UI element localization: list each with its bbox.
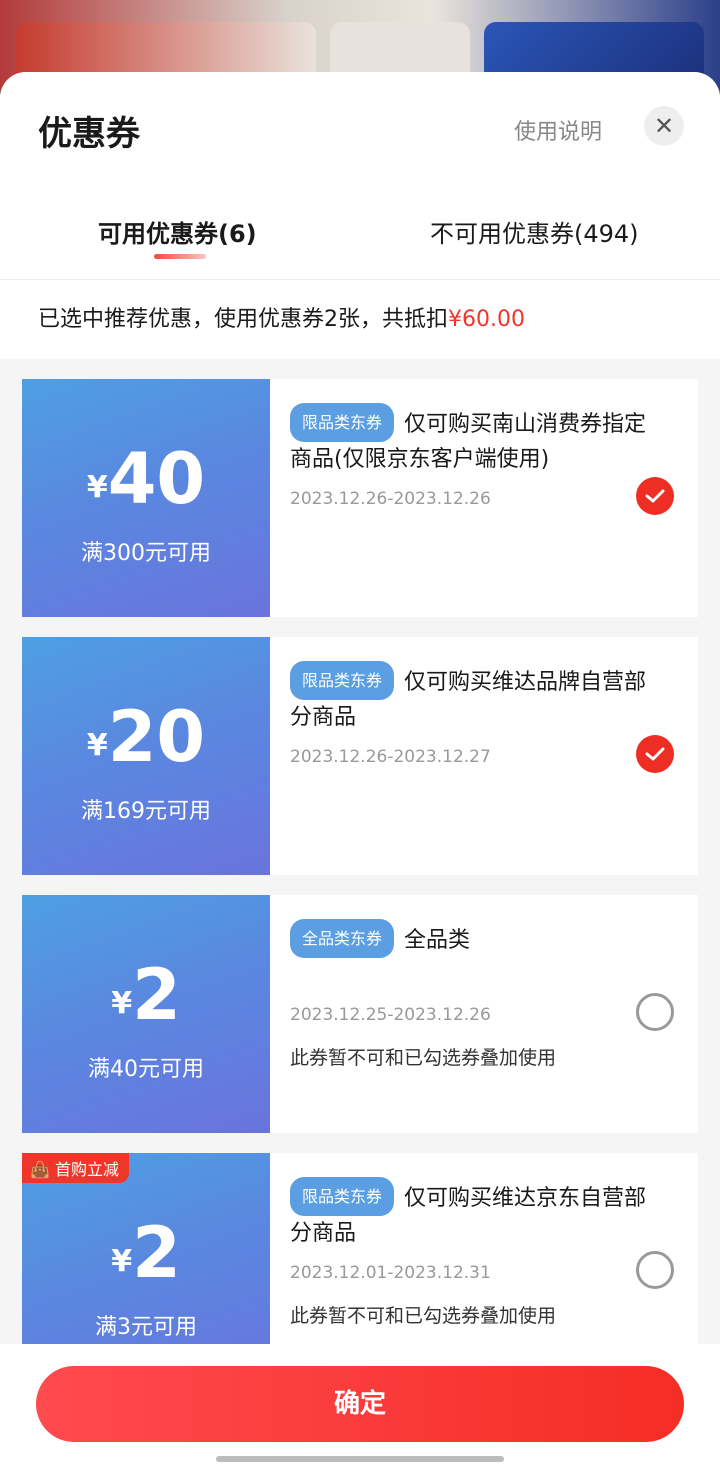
close-icon: ✕ bbox=[653, 112, 675, 140]
summary-amount: ¥60.00 bbox=[448, 307, 525, 332]
coupon-validity-date: 2023.12.01-2023.12.31 bbox=[290, 1263, 491, 1283]
coupon-description: 限品类东券 仅可购买南山消费券指定商品(仅限京东客户端使用) bbox=[290, 403, 660, 477]
coupon-amount: 2 bbox=[132, 954, 181, 1036]
coupon-condition: 满40元可用 bbox=[88, 1057, 204, 1082]
coupon-stacking-note: 此券暂不可和已勾选券叠加使用 bbox=[290, 1305, 557, 1327]
active-tab-indicator bbox=[154, 254, 206, 259]
coupon-condition: 满169元可用 bbox=[81, 799, 211, 824]
coupon-type-tag: 限品类东券 bbox=[290, 661, 395, 700]
coupon-value-panel: ¥20 满169元可用 bbox=[19, 637, 270, 875]
discount-summary: 已选中推荐优惠，使用优惠券2张，共抵扣¥60.00 bbox=[0, 279, 720, 359]
gift-bag-icon: 👜 bbox=[30, 1160, 50, 1179]
sheet-header: 优惠券 使用说明 ✕ 可用优惠券(6) 不可用优惠券(494) bbox=[0, 72, 720, 279]
coupon-stacking-note: 此券暂不可和已勾选券叠加使用 bbox=[290, 1047, 557, 1069]
coupon-validity-date: 2023.12.26-2023.12.27 bbox=[290, 747, 491, 767]
coupon-checkbox-checked[interactable] bbox=[636, 477, 674, 515]
coupon-validity-date: 2023.12.26-2023.12.26 bbox=[290, 489, 491, 509]
summary-text: 已选中推荐优惠，使用优惠券2张，共抵扣 bbox=[38, 307, 448, 332]
coupon-checkbox-unchecked[interactable] bbox=[636, 1251, 674, 1289]
coupon-card[interactable]: ¥40 满300元可用 限品类东券 仅可购买南山消费券指定商品(仅限京东客户端使用… bbox=[19, 379, 698, 617]
currency-symbol: ¥ bbox=[111, 1244, 133, 1279]
coupon-value-panel: ¥2 满40元可用 bbox=[19, 895, 270, 1133]
checkmark-icon bbox=[645, 489, 665, 503]
coupon-description: 全品类东券 全品类 bbox=[290, 919, 660, 958]
checkmark-icon bbox=[645, 747, 665, 761]
coupon-condition: 满300元可用 bbox=[81, 541, 211, 566]
coupon-checkbox-unchecked[interactable] bbox=[636, 993, 674, 1031]
currency-symbol: ¥ bbox=[86, 470, 108, 505]
tab-available-coupons[interactable]: 可用优惠券(6) bbox=[98, 214, 257, 249]
coupon-card[interactable]: ¥20 满169元可用 限品类东券 仅可购买维达品牌自营部分商品 2023.12.… bbox=[19, 637, 698, 875]
sheet-title: 优惠券 bbox=[38, 114, 140, 154]
coupon-value-panel: ¥40 满300元可用 bbox=[19, 379, 270, 617]
home-indicator bbox=[216, 1456, 504, 1462]
coupon-type-tag: 全品类东券 bbox=[290, 919, 395, 958]
coupon-checkbox-checked[interactable] bbox=[636, 735, 674, 773]
sheet-footer: 确定 bbox=[0, 1344, 720, 1464]
coupon-type-tag: 限品类东券 bbox=[290, 1177, 395, 1216]
first-purchase-badge-label: 首购立减 bbox=[55, 1160, 120, 1179]
currency-symbol: ¥ bbox=[111, 986, 133, 1021]
coupon-amount: 40 bbox=[107, 438, 206, 520]
coupon-condition: 满3元可用 bbox=[95, 1315, 197, 1340]
first-purchase-badge: 👜 首购立减 bbox=[22, 1153, 130, 1183]
coupon-card[interactable]: ¥2 满40元可用 全品类东券 全品类 2023.12.25-2023.12.26… bbox=[19, 895, 698, 1133]
coupon-description: 限品类东券 仅可购买维达品牌自营部分商品 bbox=[290, 661, 660, 735]
close-button[interactable]: ✕ bbox=[644, 106, 684, 146]
usage-instructions-link[interactable]: 使用说明 bbox=[514, 114, 602, 146]
coupon-type-tag: 限品类东券 bbox=[290, 403, 395, 442]
coupon-description: 限品类东券 仅可购买维达京东自营部分商品 bbox=[290, 1177, 660, 1251]
coupon-validity-date: 2023.12.25-2023.12.26 bbox=[290, 1005, 491, 1025]
coupon-sheet: 优惠券 使用说明 ✕ 可用优惠券(6) 不可用优惠券(494) 已选中推荐优惠，… bbox=[0, 72, 720, 1464]
confirm-button[interactable]: 确定 bbox=[36, 1366, 684, 1442]
currency-symbol: ¥ bbox=[86, 728, 108, 763]
coupon-desc-text: 全品类 bbox=[404, 928, 471, 953]
coupon-amount: 20 bbox=[107, 696, 206, 778]
tab-unavailable-coupons[interactable]: 不可用优惠券(494) bbox=[430, 214, 639, 249]
coupon-amount: 2 bbox=[132, 1212, 181, 1294]
